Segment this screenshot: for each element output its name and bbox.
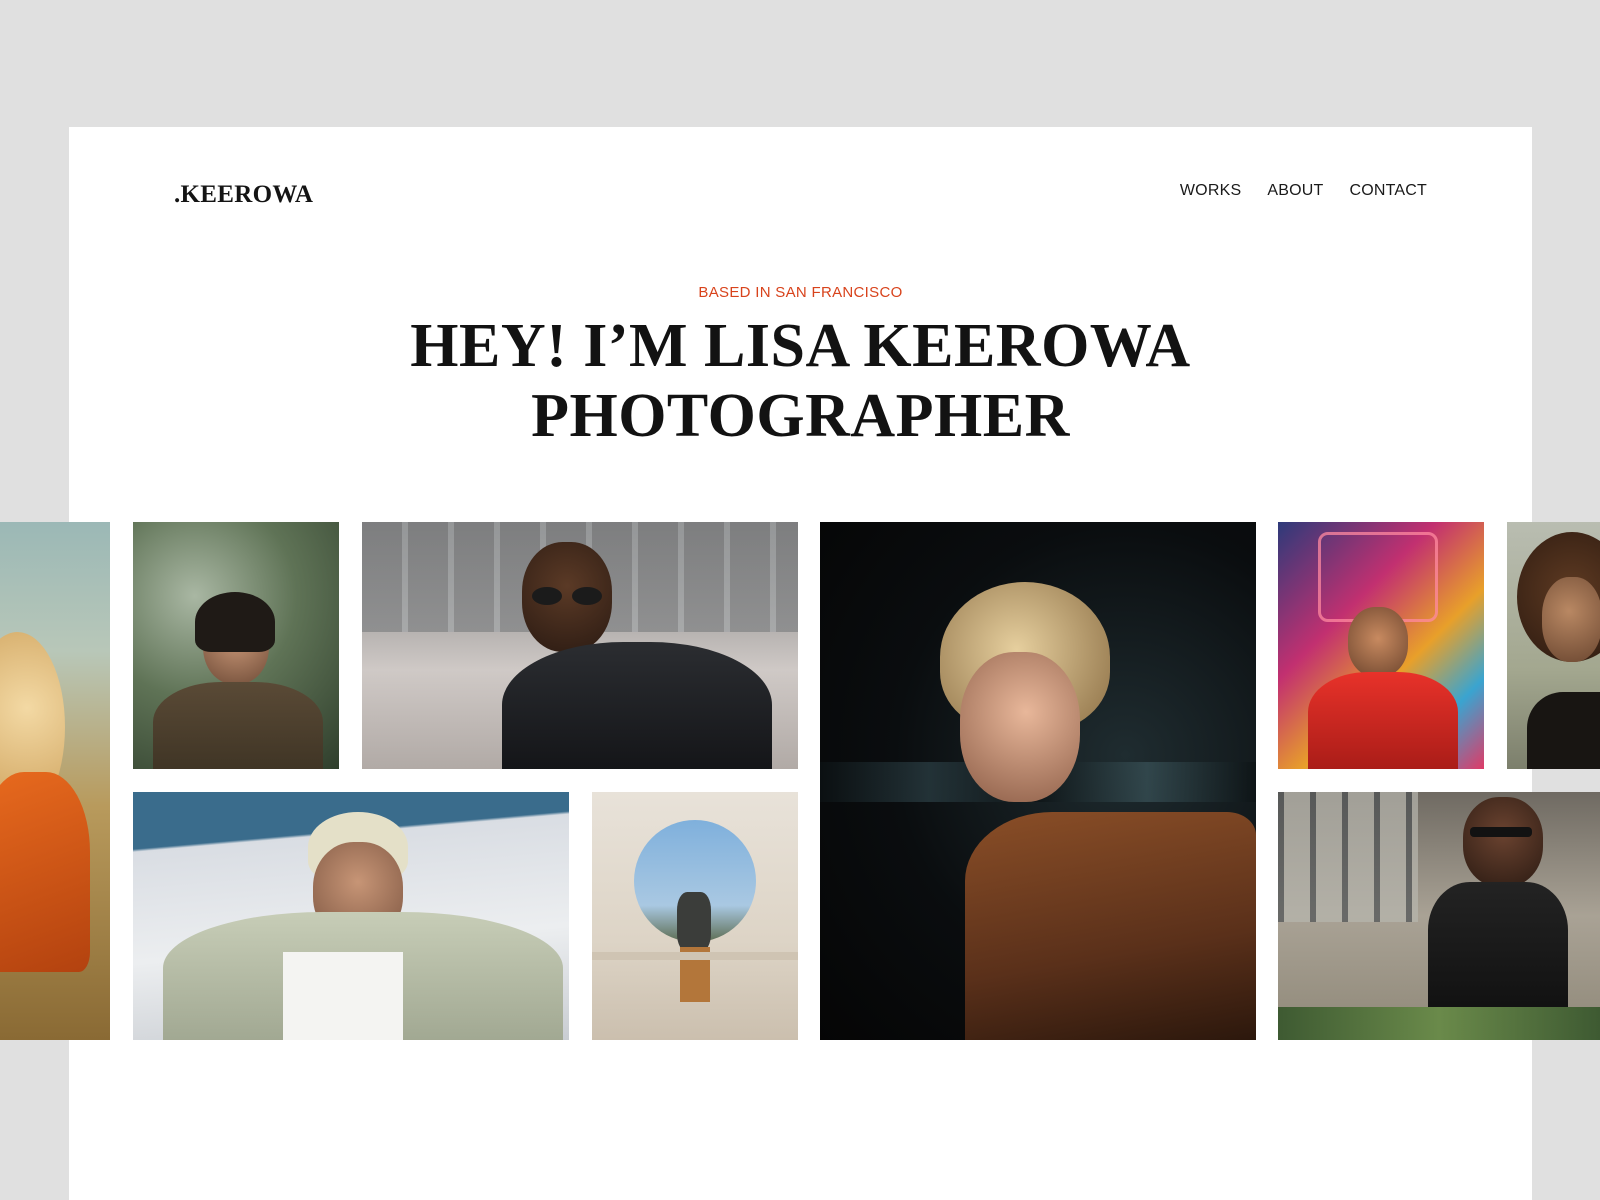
nav-about[interactable]: ABOUT — [1267, 182, 1323, 200]
logo[interactable]: .KEEROWA — [174, 181, 313, 209]
hero-title-line-2: PHOTOGRAPHER — [531, 382, 1070, 450]
hero-title-line-1: HEY! I’M LISA KEEROWA — [410, 312, 1191, 380]
gallery-photo-sunglasses-man[interactable] — [362, 522, 798, 769]
gallery-photo-vest-woman[interactable] — [1278, 792, 1600, 1040]
hero-eyebrow: BASED IN SAN FRANCISCO — [698, 284, 903, 301]
main-nav: WORKS ABOUT CONTACT — [1180, 182, 1427, 200]
nav-contact[interactable]: CONTACT — [1349, 182, 1427, 200]
gallery-photo-round-window[interactable] — [592, 792, 798, 1040]
gallery-photo-jacket-man[interactable] — [133, 792, 569, 1040]
hero-title: HEY! I’M LISA KEEROWA PHOTOGRAPHER — [69, 311, 1532, 451]
gallery-photo-neon-wall[interactable] — [1278, 522, 1484, 769]
gallery-photo-palm-portrait[interactable] — [133, 522, 339, 769]
gallery-photo-featured-portrait[interactable] — [820, 522, 1256, 1040]
gallery-photo-curly-portrait[interactable] — [1507, 522, 1600, 769]
nav-works[interactable]: WORKS — [1180, 182, 1241, 200]
gallery-photo-field-woman[interactable] — [0, 522, 110, 1040]
